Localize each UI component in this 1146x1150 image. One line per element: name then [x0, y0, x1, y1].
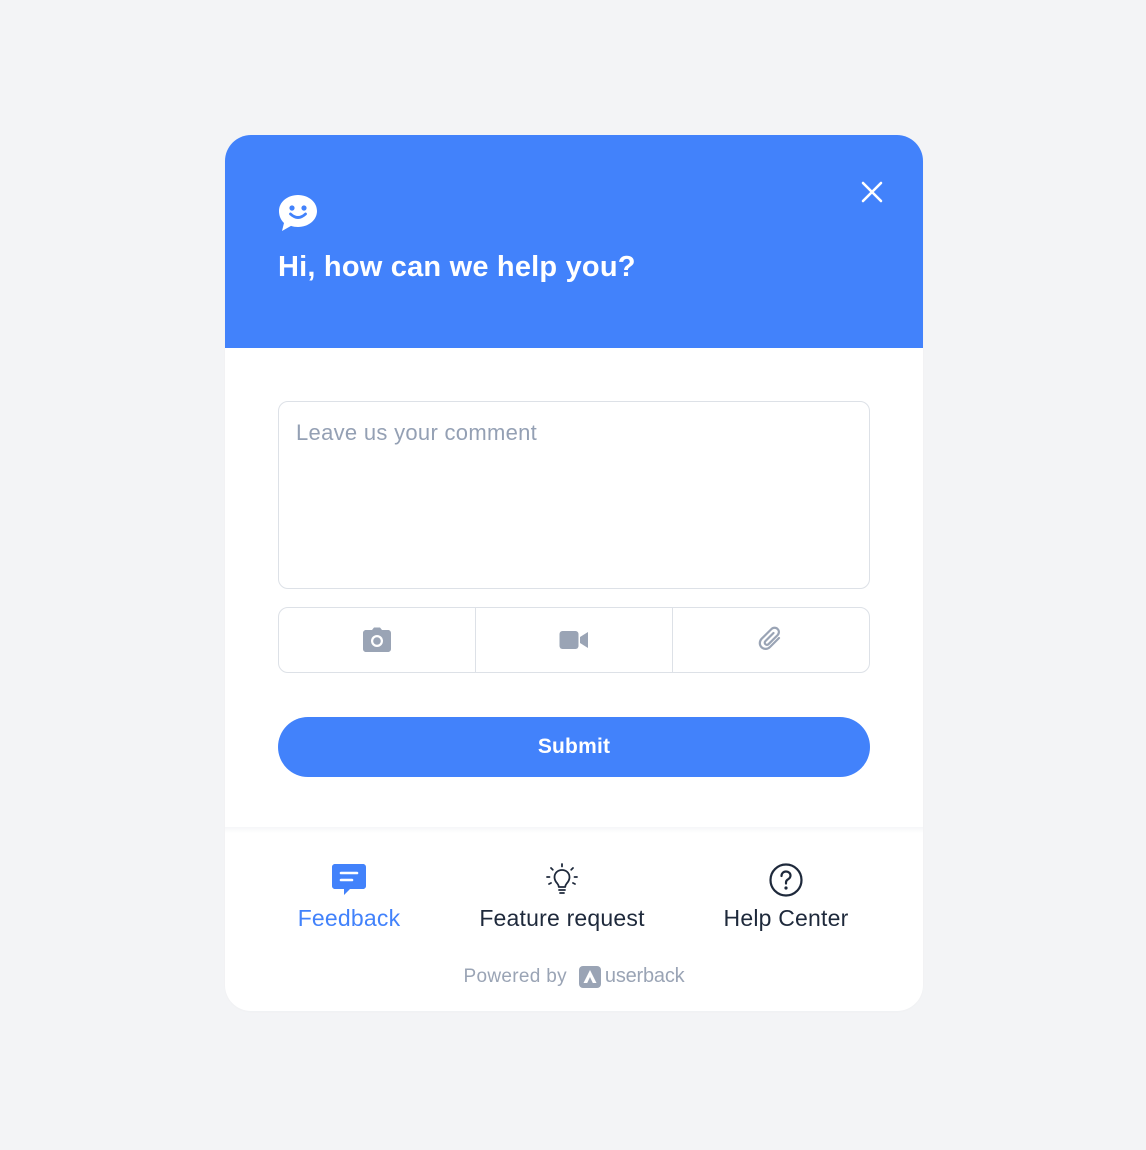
paperclip-icon	[758, 626, 781, 650]
tab-feedback-label: Feedback	[297, 905, 401, 931]
section-divider	[225, 827, 923, 833]
video-camera-icon	[559, 631, 588, 649]
powered-by-text: Powered by	[463, 965, 567, 987]
smiley-chat-icon	[279, 195, 317, 231]
lightbulb-icon	[546, 863, 578, 894]
powered-by-footer: Powered by userback	[225, 965, 923, 988]
feedback-widget: Hi, how can we help you? Submit	[225, 135, 923, 1011]
tab-feature-request[interactable]: Feature request	[465, 861, 659, 932]
header-title: Hi, how can we help you?	[278, 251, 636, 283]
widget-header: Hi, how can we help you?	[225, 135, 923, 348]
tab-help-center-label: Help Center	[723, 905, 849, 931]
brand-name: userback	[604, 965, 685, 987]
close-button[interactable]	[855, 175, 889, 209]
feature-tab-icon-wrap	[543, 861, 581, 899]
tab-help-center[interactable]: Help Center	[711, 861, 861, 932]
feedback-tab-icon-wrap	[330, 861, 368, 899]
help-tab-icon-wrap	[767, 861, 805, 899]
question-circle-icon	[769, 863, 803, 897]
screenshot-button[interactable]	[279, 608, 475, 672]
tab-feedback[interactable]: Feedback	[285, 861, 413, 932]
record-video-button[interactable]	[475, 608, 672, 672]
attachment-toolbar	[278, 607, 870, 673]
userback-logo-icon	[578, 965, 601, 988]
brand-link[interactable]: userback	[578, 965, 685, 988]
camera-icon	[363, 627, 391, 652]
comment-input[interactable]	[278, 401, 870, 589]
close-icon	[861, 181, 883, 203]
attach-file-button[interactable]	[672, 608, 869, 672]
feedback-message-icon	[332, 864, 366, 895]
submit-button[interactable]: Submit	[278, 717, 870, 777]
tab-feature-request-label: Feature request	[479, 905, 645, 931]
